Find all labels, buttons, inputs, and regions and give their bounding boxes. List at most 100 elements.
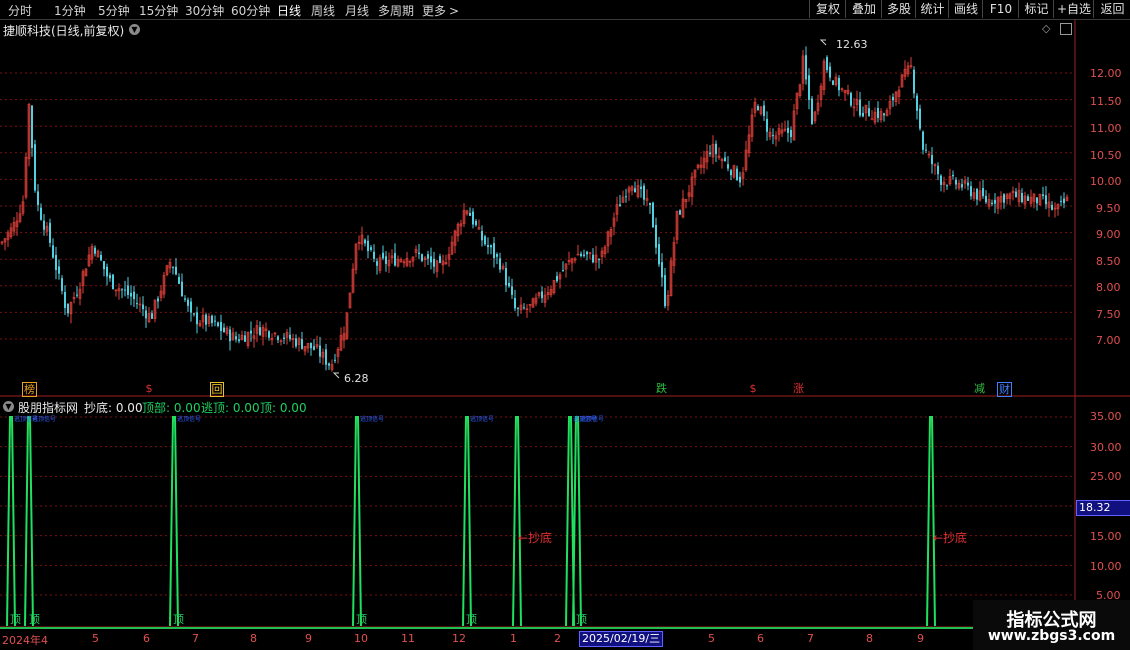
tab-monthly[interactable]: 月线 xyxy=(345,2,369,19)
date-axis-label: 2 xyxy=(554,632,561,645)
date-axis-label: 9 xyxy=(917,632,924,645)
chart-canvas: 逃顶信号逃顶信号 逃顶信号 逃顶信号 逃顶信号 逃顶信号逃顶信号 xyxy=(0,20,1130,629)
indicator-current-value: 18.32 xyxy=(1076,500,1130,516)
cursor-date-label: 2025/02/19/三 xyxy=(579,631,664,647)
spike-ding-label: 顶 xyxy=(29,613,40,626)
indicator-dingbu-value: 顶部: 0.00 xyxy=(142,401,201,415)
tab-more[interactable]: 更多 > xyxy=(422,2,459,19)
chevron-down-icon[interactable]: ▼ xyxy=(3,401,14,412)
stats-button[interactable]: 统计 xyxy=(915,0,949,18)
chaodi-annotation: ←抄底 xyxy=(933,531,968,545)
tab-60min[interactable]: 60分钟 xyxy=(231,2,270,19)
event-marker-die[interactable]: 跌 xyxy=(655,382,668,395)
overlay-button[interactable]: 叠加 xyxy=(845,0,882,18)
tab-weekly[interactable]: 周线 xyxy=(311,2,335,19)
svg-text:逃顶信号: 逃顶信号 xyxy=(14,415,38,423)
price-axis-label: 9.00 xyxy=(1096,228,1121,241)
high-price-annotation: 12.63 xyxy=(836,38,868,51)
price-axis-label: 7.00 xyxy=(1096,334,1121,347)
event-marker-jian[interactable]: 减 xyxy=(973,382,986,395)
price-axis-label: 11.50 xyxy=(1090,95,1122,108)
tab-daily[interactable]: 日线 xyxy=(277,2,301,19)
spike-ding-label: 顶 xyxy=(576,613,587,626)
watermark-url: www.zbgs3.com xyxy=(987,628,1116,644)
spike-ding-label: 顶 xyxy=(173,613,184,626)
price-axis-label: 10.00 xyxy=(1090,175,1122,188)
spike-ding-label: 顶 xyxy=(466,613,477,626)
indicator-ding-value: 顶: 0.00 xyxy=(260,401,307,415)
tab-5min[interactable]: 5分钟 xyxy=(98,2,130,19)
back-button[interactable]: 返回 xyxy=(1093,0,1130,18)
date-axis-label: 12 xyxy=(452,632,466,645)
main-chart-title: 捷顺科技(日线,前复权) xyxy=(3,24,125,38)
panel-toggle-icon[interactable] xyxy=(1060,23,1072,35)
tab-fenshi[interactable]: 分时 xyxy=(8,2,32,19)
indicator-axis-label: 10.00 xyxy=(1090,560,1122,573)
svg-text:逃顶信号: 逃顶信号 xyxy=(360,415,384,423)
indicator-taoding-value: 逃顶: 0.00 xyxy=(201,401,260,415)
indicator-chaodi-value: 抄底: 0.00 xyxy=(84,401,143,415)
date-axis-label: 8 xyxy=(866,632,873,645)
tab-more-label: 更多 xyxy=(422,4,447,18)
date-axis-label: 9 xyxy=(305,632,312,645)
candlestick-series xyxy=(0,46,1069,372)
add-watchlist-button[interactable]: +自选 xyxy=(1053,0,1094,18)
price-axis-label: 8.00 xyxy=(1096,281,1121,294)
date-axis-label: 7 xyxy=(192,632,199,645)
date-axis-label: 7 xyxy=(807,632,814,645)
date-axis-label: 6 xyxy=(143,632,150,645)
date-axis-label: 5 xyxy=(708,632,715,645)
watermark: 指标公式网 www.zbgs3.com xyxy=(973,600,1130,650)
spike-ding-label: 顶 xyxy=(356,613,367,626)
date-axis-label: 6 xyxy=(757,632,764,645)
indicator-name: 股朋指标网 xyxy=(18,401,79,415)
event-marker-bang[interactable]: 榜 xyxy=(22,382,37,397)
indicator-axis-label: 35.00 xyxy=(1090,410,1122,423)
price-axis-label: 11.00 xyxy=(1090,122,1122,135)
svg-text:逃顶信号: 逃顶信号 xyxy=(470,415,494,423)
event-marker-hui[interactable]: 回 xyxy=(210,382,224,397)
multi-stock-button[interactable]: 多股 xyxy=(881,0,916,18)
date-axis-label: 1 xyxy=(510,632,517,645)
price-axis-label: 9.50 xyxy=(1096,202,1121,215)
svg-text:逃顶信号: 逃顶信号 xyxy=(580,415,604,423)
f10-button[interactable]: F10 xyxy=(982,0,1019,18)
chaodi-annotation: ←抄底 xyxy=(518,531,553,545)
chevron-right-icon: > xyxy=(449,4,460,18)
period-toolbar: 分时 1分钟 5分钟 15分钟 30分钟 60分钟 日线 周线 月线 多周期 更… xyxy=(0,0,1130,20)
chevron-down-icon[interactable]: ▼ xyxy=(129,24,140,35)
event-marker-zhang[interactable]: 涨 xyxy=(792,382,805,395)
spike-ding-label: 顶 xyxy=(10,613,21,626)
indicator-axis-label: 15.00 xyxy=(1090,530,1122,543)
price-axis-label: 12.00 xyxy=(1090,67,1122,80)
price-axis-label: 10.50 xyxy=(1090,149,1122,162)
event-marker-dollar[interactable]: $ xyxy=(748,382,758,395)
mark-button[interactable]: 标记 xyxy=(1018,0,1054,18)
date-axis-label: 2024年4 xyxy=(2,634,48,647)
svg-text:逃顶信号: 逃顶信号 xyxy=(32,415,56,423)
event-marker-dollar[interactable]: $ xyxy=(144,382,154,395)
indicator-header: ▼ 股朋指标网 抄底: 0.00 顶部: 0.00 逃顶: 0.00 顶: 0.… xyxy=(0,398,1075,415)
tab-30min[interactable]: 30分钟 xyxy=(185,2,224,19)
svg-text:逃顶信号: 逃顶信号 xyxy=(573,415,597,423)
low-price-annotation: 6.28 xyxy=(344,372,369,385)
draw-line-button[interactable]: 画线 xyxy=(948,0,983,18)
date-axis-label: 5 xyxy=(92,632,99,645)
indicator-axis-label: 25.00 xyxy=(1090,470,1122,483)
main-chart-header: 捷顺科技(日线,前复权) ▼ ◇ xyxy=(0,20,1075,38)
tab-multi-period[interactable]: 多周期 xyxy=(378,2,414,19)
date-axis-label: 8 xyxy=(250,632,257,645)
event-marker-cai[interactable]: 财 xyxy=(997,382,1012,397)
grid-lines xyxy=(0,72,1075,596)
indicator-series: 逃顶信号逃顶信号 逃顶信号 逃顶信号 逃顶信号 逃顶信号逃顶信号 xyxy=(6,415,936,627)
fuquan-button[interactable]: 复权 xyxy=(809,0,846,18)
diamond-icon[interactable]: ◇ xyxy=(1042,22,1050,35)
date-axis-label: 10 xyxy=(354,632,368,645)
tab-15min[interactable]: 15分钟 xyxy=(139,2,178,19)
price-axis-label: 7.50 xyxy=(1096,308,1121,321)
indicator-axis-label: 30.00 xyxy=(1090,441,1122,454)
date-axis-label: 11 xyxy=(401,632,415,645)
svg-text:逃顶信号: 逃顶信号 xyxy=(177,415,201,423)
tab-1min[interactable]: 1分钟 xyxy=(54,2,86,19)
price-axis-label: 8.50 xyxy=(1096,255,1121,268)
